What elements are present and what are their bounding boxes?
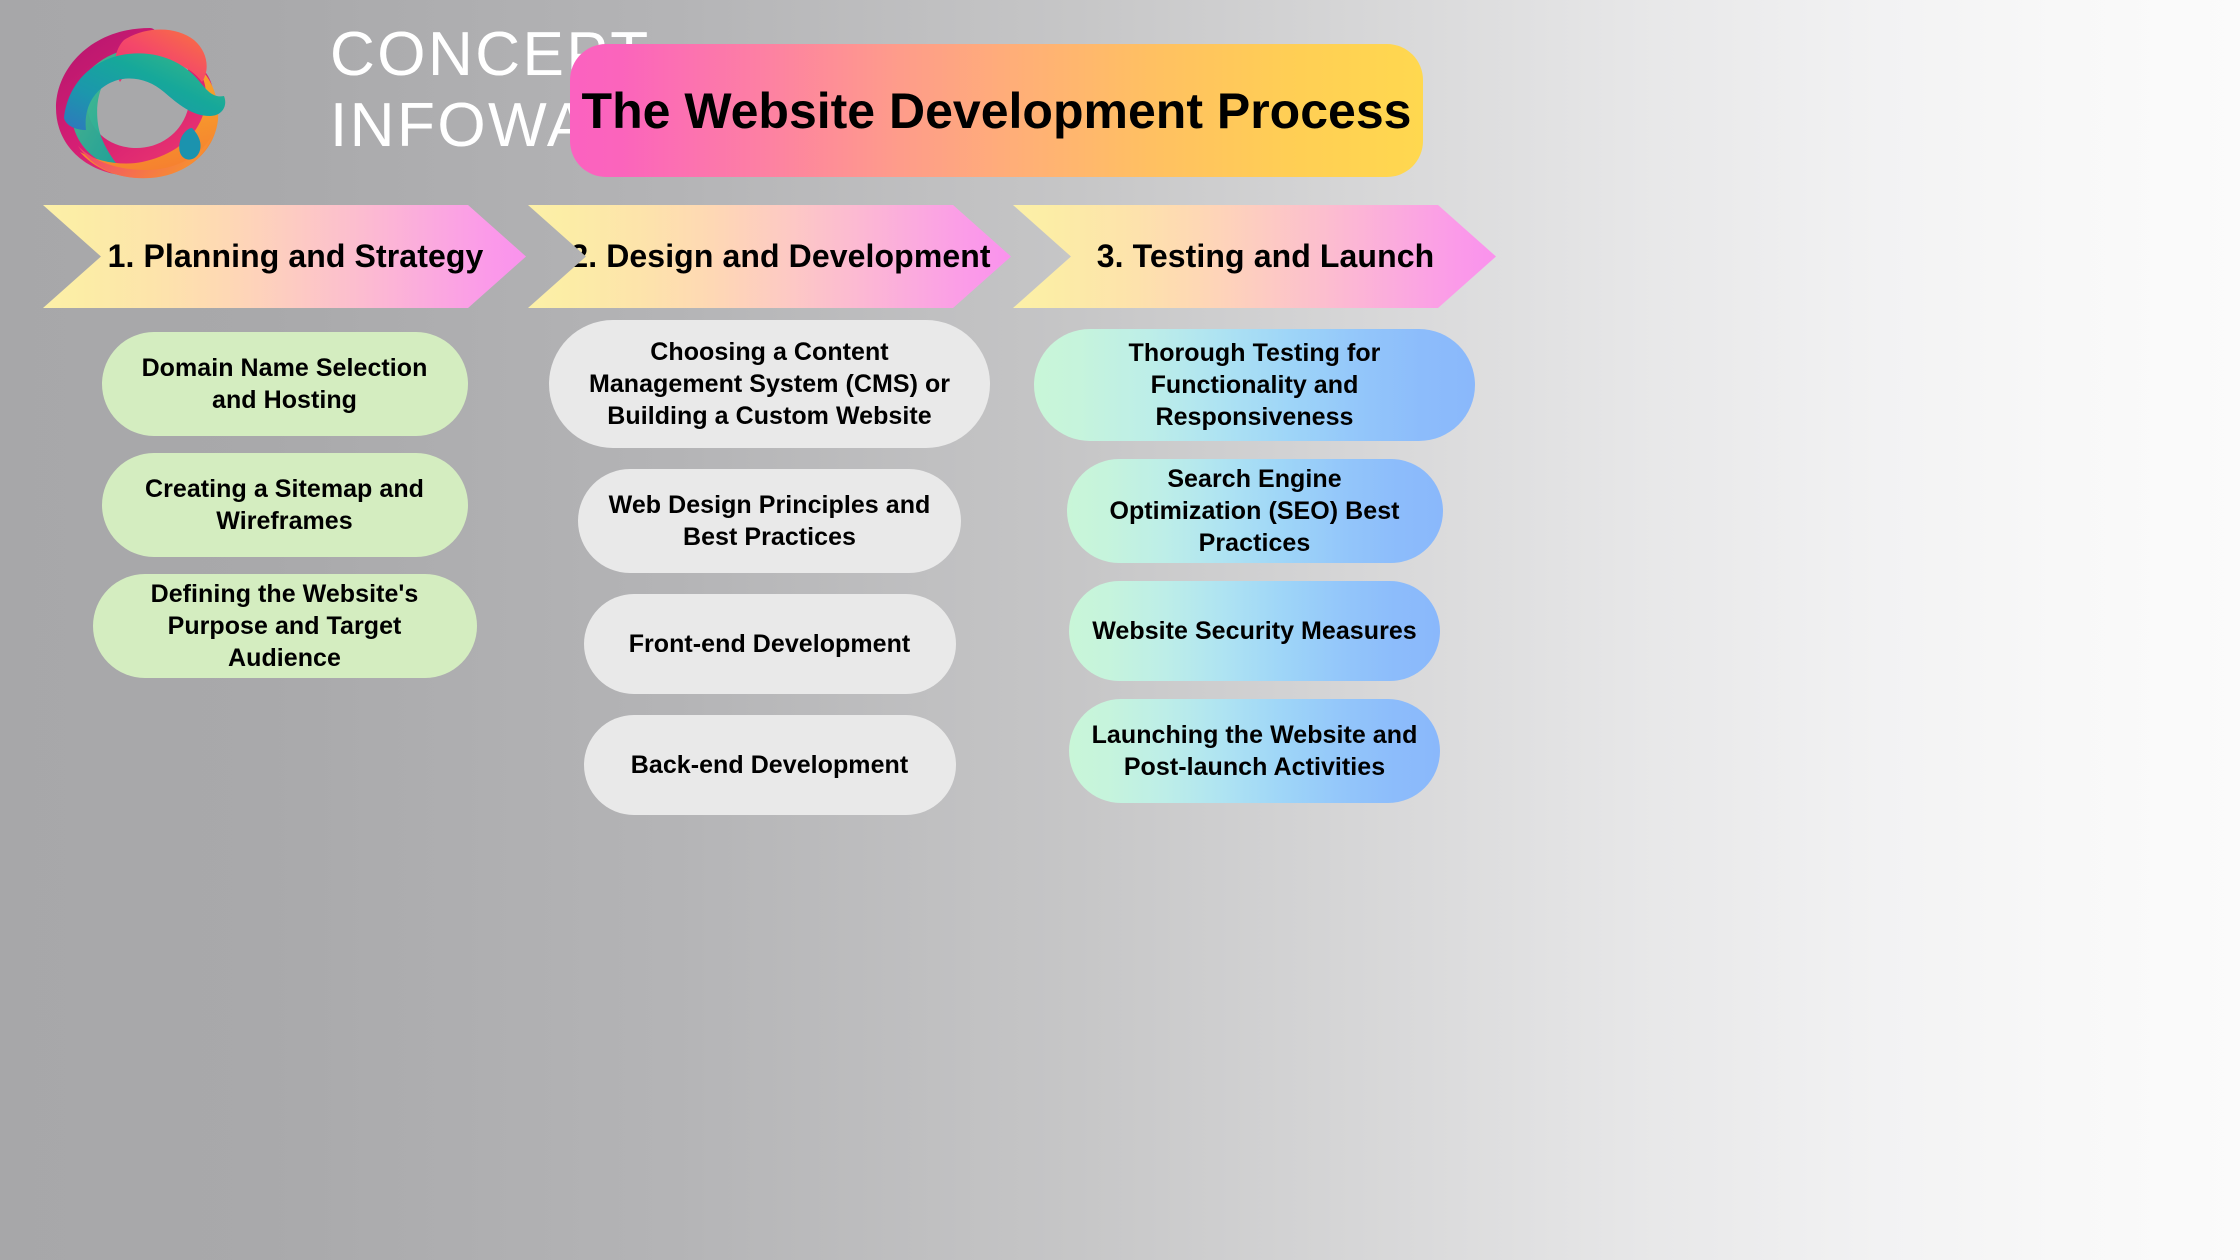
step-header-arrow-2: 2. Design and Development (528, 205, 1011, 308)
step-2-item-3: Front-end Development (583, 594, 956, 694)
step-header-label-1: 1. Planning and Strategy (107, 238, 484, 274)
step-3-item-4: Launching the Website and Post-launch Ac… (1069, 699, 1440, 803)
step-header-label-2: 2. Design and Development (570, 238, 991, 274)
step-1-item-1: Domain Name Selection and Hosting (101, 332, 468, 436)
step-1-item-2: Creating a Sitemap and Wireframes (101, 453, 468, 557)
step-2-item-4: Back-end Development (583, 715, 956, 815)
step-2-item-1: Choosing a Content Management System (CM… (549, 320, 990, 448)
step-3-item-1: Thorough Testing for Functionality and R… (1034, 329, 1475, 441)
page-title-banner: The Website Development Process (570, 44, 1423, 177)
step-2-item-2: Web Design Principles and Best Practices (578, 469, 961, 573)
infographic-canvas: CONCEPT INFOWAY The Website Development … (0, 0, 2240, 1260)
step-3-item-3: Website Security Measures (1069, 581, 1440, 681)
step-column-1: Domain Name Selection and Hosting Creati… (43, 320, 526, 678)
step-header-label-3: 3. Testing and Launch (1096, 238, 1435, 274)
step-header-arrow-3: 3. Testing and Launch (1013, 205, 1496, 308)
step-1-item-3: Defining the Website's Purpose and Targe… (92, 574, 477, 678)
concept-infoway-swirl-logo-icon (42, 20, 247, 180)
step-header-arrow-1: 1. Planning and Strategy (43, 205, 526, 308)
step-column-3: Thorough Testing for Functionality and R… (1013, 320, 1496, 803)
step-column-2: Choosing a Content Management System (CM… (528, 320, 1011, 815)
page-title: The Website Development Process (581, 82, 1412, 139)
step-3-item-2: Search Engine Optimization (SEO) Best Pr… (1066, 459, 1443, 563)
